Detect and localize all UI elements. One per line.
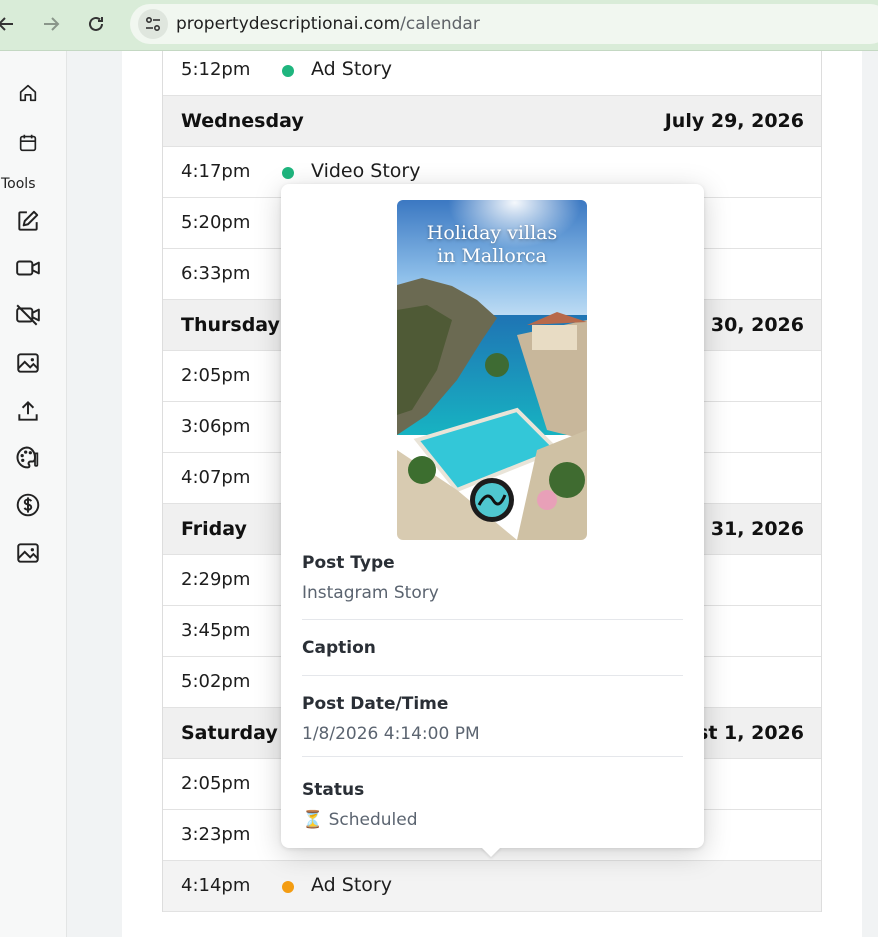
hourglass-icon: ⏳ — [302, 810, 324, 830]
address-bar[interactable]: propertydescriptionai.com/calendar — [130, 4, 878, 44]
forward-icon[interactable] — [37, 10, 65, 38]
day-header: Wednesday July 29, 2026 — [163, 96, 821, 147]
caption-label: Caption — [302, 638, 376, 658]
status-dot — [282, 167, 294, 179]
entry-time: 5:12pm — [181, 59, 251, 80]
status-text: Scheduled — [328, 810, 418, 830]
thumbnail-title: Holiday villas in Mallorca — [397, 222, 587, 268]
post-type-section: Post Type Instagram Story — [302, 553, 683, 603]
calendar-entry[interactable]: 5:12pm Ad Story — [163, 51, 821, 96]
palette-icon[interactable] — [14, 444, 42, 472]
entry-time: 3:45pm — [181, 620, 251, 641]
url-path: /calendar — [400, 14, 480, 34]
thumbnail-title-line-2: in Mallorca — [437, 245, 547, 267]
url-domain: propertydescriptionai.com — [176, 14, 401, 34]
entry-time: 6:33pm — [181, 263, 251, 284]
image-icon[interactable] — [14, 349, 42, 377]
upload-icon[interactable] — [14, 397, 42, 425]
day-date: July 29, 2026 — [664, 110, 804, 132]
entry-time: 4:17pm — [181, 161, 251, 182]
status-section: Status ⏳ Scheduled — [302, 780, 683, 830]
entry-time: 5:02pm — [181, 671, 251, 692]
status-label: Status — [302, 780, 365, 800]
calendar-entry-selected[interactable]: 4:14pm Ad Story — [163, 861, 821, 912]
post-date-section: Post Date/Time 1/8/2026 4:14:00 PM — [302, 694, 683, 744]
entry-event: Video Story — [311, 160, 421, 182]
video-icon[interactable] — [14, 254, 42, 282]
day-name: Saturday — [181, 722, 278, 744]
sidebar: Tools — [0, 51, 67, 937]
post-date-value: 1/8/2026 4:14:00 PM — [302, 724, 480, 744]
entry-time: 4:07pm — [181, 467, 251, 488]
tools-label: Tools — [1, 176, 36, 192]
post-type-label: Post Type — [302, 553, 395, 573]
post-type-value: Instagram Story — [302, 583, 439, 603]
site-info-icon[interactable] — [138, 9, 168, 39]
edit-icon[interactable] — [14, 207, 42, 235]
entry-time: 2:29pm — [181, 569, 251, 590]
entry-time: 3:23pm — [181, 824, 251, 845]
post-date-label: Post Date/Time — [302, 694, 449, 714]
reload-icon[interactable] — [82, 10, 110, 38]
day-name: Wednesday — [181, 110, 304, 132]
status-value: ⏳ Scheduled — [302, 810, 683, 830]
caption-section: Caption — [302, 638, 683, 658]
entry-time: 3:06pm — [181, 416, 251, 437]
gallery-icon[interactable] — [14, 539, 42, 567]
popover-arrow — [481, 847, 501, 857]
calendar-icon[interactable] — [14, 129, 42, 157]
video-off-icon[interactable] — [14, 301, 42, 329]
browser-toolbar: propertydescriptionai.com/calendar — [0, 0, 878, 51]
entry-time: 5:20pm — [181, 212, 251, 233]
url-text[interactable]: propertydescriptionai.com/calendar — [176, 14, 480, 34]
entry-time: 4:14pm — [181, 875, 251, 896]
home-icon[interactable] — [14, 79, 42, 107]
entry-event: Ad Story — [311, 874, 392, 896]
divider — [302, 756, 683, 757]
post-thumbnail[interactable]: Holiday villas in Mallorca — [397, 200, 587, 540]
status-dot — [282, 65, 294, 77]
day-name: Thursday — [181, 314, 280, 336]
post-details-popover: Holiday villas in Mallorca Post Type Ins… — [281, 184, 704, 848]
divider — [302, 675, 683, 676]
status-dot — [282, 881, 294, 893]
back-icon[interactable] — [0, 10, 20, 38]
day-name: Friday — [181, 518, 247, 540]
entry-event: Ad Story — [311, 58, 392, 80]
divider — [302, 619, 683, 620]
entry-time: 2:05pm — [181, 773, 251, 794]
entry-time: 2:05pm — [181, 365, 251, 386]
dollar-icon[interactable] — [14, 491, 42, 519]
thumbnail-title-line-1: Holiday villas — [426, 222, 558, 244]
